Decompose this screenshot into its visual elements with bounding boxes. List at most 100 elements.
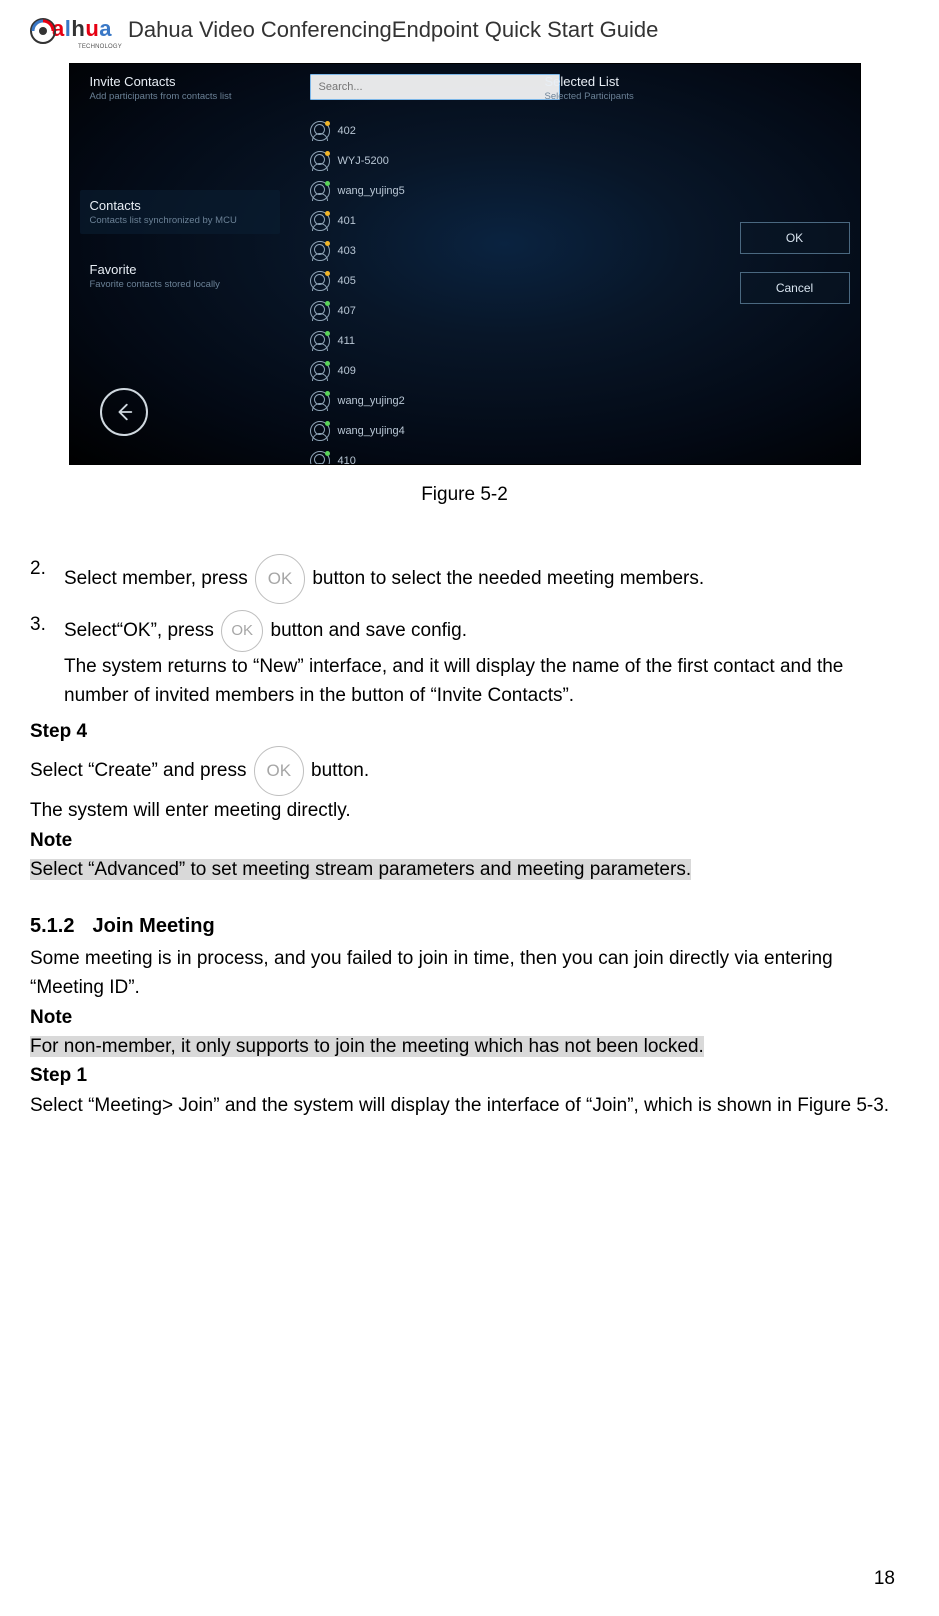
note-text: Select “Advanced” to set meeting stream …	[30, 859, 691, 880]
contact-name: 403	[338, 245, 356, 257]
sidebar-favorite[interactable]: Favorite Favorite contacts stored locall…	[90, 262, 280, 290]
person-icon	[310, 271, 330, 291]
step-3-text-a: Select“OK”, press	[64, 620, 219, 641]
section-title: Join Meeting	[92, 915, 214, 937]
sidebar-invite-sub: Add participants from contacts list	[90, 91, 280, 102]
contact-row[interactable]: 402	[310, 116, 560, 146]
ok-icon: OK	[255, 554, 305, 604]
figure-caption: Figure 5-2	[30, 484, 899, 506]
page-number: 18	[874, 1568, 895, 1590]
note-highlight: Select “Advanced” to set meeting stream …	[30, 855, 899, 884]
ok-button[interactable]: OK	[740, 222, 850, 254]
person-icon	[310, 211, 330, 231]
status-dot	[325, 391, 330, 396]
person-icon	[310, 421, 330, 441]
ok-icon: OK	[254, 746, 304, 796]
contact-row[interactable]: 407	[310, 296, 560, 326]
note-label-2: Note	[30, 1003, 899, 1032]
contact-name: 411	[338, 335, 356, 347]
contact-name: 410	[338, 455, 356, 464]
contact-name: wang_yujing5	[338, 185, 405, 197]
contact-row[interactable]: wang_yujing5	[310, 176, 560, 206]
status-dot	[325, 301, 330, 306]
sidebar-contacts-sub: Contacts list synchronized by MCU	[90, 215, 270, 226]
logo-icon	[30, 18, 56, 44]
cancel-button[interactable]: Cancel	[740, 272, 850, 304]
person-icon	[310, 331, 330, 351]
status-dot	[325, 181, 330, 186]
step-2-text-b: button to select the needed meeting memb…	[312, 568, 704, 589]
contact-row[interactable]: WYJ-5200	[310, 146, 560, 176]
section-number: 5.1.2	[30, 911, 74, 942]
contact-name: WYJ-5200	[338, 155, 389, 167]
selected-title: Selected List	[545, 74, 705, 89]
search-box[interactable]	[310, 74, 560, 100]
step-3-text-c: The system returns to “New” interface, a…	[64, 652, 899, 711]
sidebar-invite[interactable]: Invite Contacts Add participants from co…	[90, 74, 280, 102]
contact-list: 402 WYJ-5200 wang_yujing5 401 403 405 407 411 40…	[310, 116, 560, 464]
join-paragraph: Some meeting is in process, and you fail…	[30, 944, 899, 1003]
section-heading: 5.1.2 Join Meeting	[30, 911, 899, 942]
status-dot	[325, 331, 330, 336]
status-dot	[325, 421, 330, 426]
contact-name: wang_yujing2	[338, 395, 405, 407]
step-4-text-a: Select “Create” and press	[30, 760, 252, 781]
contact-name: 402	[338, 125, 356, 137]
step-4-body: Select “Create” and press OK button.	[30, 746, 899, 796]
status-dot	[325, 361, 330, 366]
sidebar-favorite-title: Favorite	[90, 262, 280, 277]
step-4-text-c: The system will enter meeting directly.	[30, 796, 899, 825]
status-dot	[325, 451, 330, 456]
list-number: 2.	[30, 554, 64, 604]
arrow-left-icon	[113, 401, 135, 423]
contact-row[interactable]: wang_yujing2	[310, 386, 560, 416]
status-dot	[325, 121, 330, 126]
logo-subtext: TECHNOLOGY	[78, 44, 122, 50]
search-input[interactable]	[317, 80, 553, 94]
person-icon	[310, 241, 330, 261]
step-3: 3. Select“OK”, press OK button and save …	[30, 610, 899, 711]
logo-text: alhua	[52, 16, 112, 41]
contact-name: 405	[338, 275, 356, 287]
step-4-text-b: button.	[311, 760, 369, 781]
status-dot	[325, 271, 330, 276]
status-dot	[325, 241, 330, 246]
selected-sub: Selected Participants	[545, 91, 705, 102]
contact-name: 409	[338, 365, 356, 377]
person-icon	[310, 151, 330, 171]
body-text: 2. Select member, press OK button to sel…	[30, 554, 899, 1120]
contact-row[interactable]: 405	[310, 266, 560, 296]
contact-row[interactable]: 409	[310, 356, 560, 386]
status-dot	[325, 211, 330, 216]
sidebar-contacts[interactable]: Contacts Contacts list synchronized by M…	[80, 190, 280, 234]
contact-name: wang_yujing4	[338, 425, 405, 437]
page-header: alhua TECHNOLOGY Dahua Video Conferencin…	[30, 16, 899, 44]
step-2: 2. Select member, press OK button to sel…	[30, 554, 899, 604]
sidebar-invite-title: Invite Contacts	[90, 74, 280, 89]
step-1-label: Step 1	[30, 1061, 899, 1090]
person-icon	[310, 451, 330, 464]
contact-name: 407	[338, 305, 356, 317]
step-1-body: Select “Meeting> Join” and the system wi…	[30, 1091, 899, 1120]
brand-logo: alhua TECHNOLOGY	[30, 16, 120, 44]
contact-row[interactable]: 411	[310, 326, 560, 356]
document-title: Dahua Video ConferencingEndpoint Quick S…	[128, 17, 658, 43]
note-label: Note	[30, 826, 899, 855]
person-icon	[310, 361, 330, 381]
contact-row[interactable]: 401	[310, 206, 560, 236]
step-2-text-a: Select member, press	[64, 568, 253, 589]
person-icon	[310, 391, 330, 411]
note-text-2: For non-member, it only supports to join…	[30, 1036, 704, 1057]
back-button[interactable]	[100, 388, 148, 436]
contact-name: 401	[338, 215, 356, 227]
ok-icon: OK	[221, 610, 263, 652]
sidebar-contacts-title: Contacts	[90, 198, 270, 213]
step-3-text-b: button and save config.	[271, 620, 467, 641]
figure-screenshot: Invite Contacts Add participants from co…	[70, 64, 860, 464]
person-icon	[310, 121, 330, 141]
contact-row[interactable]: 410	[310, 446, 560, 464]
contact-row[interactable]: wang_yujing4	[310, 416, 560, 446]
person-icon	[310, 301, 330, 321]
list-number: 3.	[30, 610, 64, 711]
contact-row[interactable]: 403	[310, 236, 560, 266]
